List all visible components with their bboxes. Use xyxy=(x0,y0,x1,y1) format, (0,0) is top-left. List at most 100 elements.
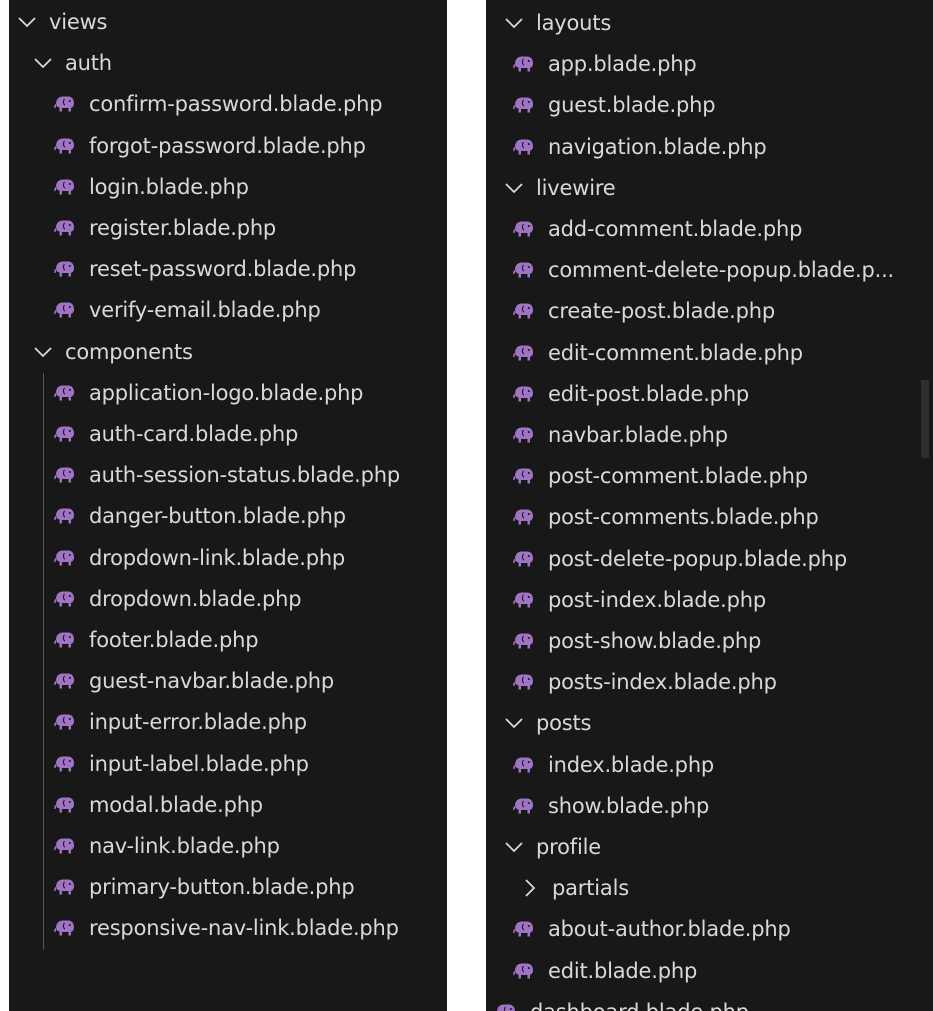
file-item[interactable]: navbar.blade.php xyxy=(486,415,933,455)
explorer-tree-left: views auth confirm-password.blade.php forgo… xyxy=(9,0,447,1011)
file-item[interactable]: post-delete-popup.blade.php xyxy=(486,539,933,579)
php-elephant-icon xyxy=(53,260,75,278)
file-item[interactable]: about-author.blade.php xyxy=(486,909,933,949)
file-item[interactable]: create-post.blade.php xyxy=(486,291,933,331)
php-elephant-icon xyxy=(512,632,534,650)
file-item[interactable]: post-show.blade.php xyxy=(486,621,933,661)
folder-profile[interactable]: profile xyxy=(486,827,933,867)
file-item[interactable]: edit-comment.blade.php xyxy=(486,333,933,373)
tree-item-label: edit.blade.php xyxy=(548,958,698,983)
tree-item-label: confirm-password.blade.php xyxy=(89,92,383,117)
php-elephant-icon xyxy=(512,96,534,114)
tree-item-label: posts xyxy=(536,711,592,736)
chevron-down-icon xyxy=(31,340,55,364)
tree-item-label: guest-navbar.blade.php xyxy=(89,669,335,694)
php-elephant-icon xyxy=(53,672,75,690)
tree-item-label: create-post.blade.php xyxy=(548,299,775,324)
file-item[interactable]: verify-email.blade.php xyxy=(9,290,447,330)
php-elephant-icon xyxy=(53,219,75,237)
php-elephant-icon xyxy=(512,261,534,279)
file-item[interactable]: edit-post.blade.php xyxy=(486,374,933,414)
file-item[interactable]: primary-button.blade.php xyxy=(9,867,447,907)
folder-posts[interactable]: posts xyxy=(486,703,933,743)
php-elephant-icon xyxy=(53,631,75,649)
tree-item-label: comment-delete-popup.blade.p... xyxy=(548,258,895,283)
php-elephant-icon xyxy=(53,837,75,855)
php-elephant-icon xyxy=(53,301,75,319)
folder-partials[interactable]: partials xyxy=(486,868,933,908)
php-elephant-icon xyxy=(512,962,534,980)
file-item[interactable]: dashboard.blade.php xyxy=(486,992,933,1011)
file-item[interactable]: guest-navbar.blade.php xyxy=(9,661,447,701)
php-elephant-icon xyxy=(512,302,534,320)
tree-item-label: post-show.blade.php xyxy=(548,629,762,653)
tree-item-label: post-index.blade.php xyxy=(548,587,766,612)
folder-views[interactable]: views xyxy=(9,2,447,42)
tree-item-label: forgot-password.blade.php xyxy=(89,133,366,158)
folder-layouts[interactable]: layouts xyxy=(486,3,933,43)
file-item[interactable]: navigation.blade.php xyxy=(486,127,933,167)
file-item[interactable]: register.blade.php xyxy=(9,208,447,248)
php-elephant-icon xyxy=(53,137,75,155)
file-item[interactable]: index.blade.php xyxy=(486,745,933,785)
file-item[interactable]: app.blade.php xyxy=(486,44,933,84)
php-elephant-icon xyxy=(512,920,534,938)
file-item[interactable]: reset-password.blade.php xyxy=(9,249,447,289)
tree-item-label: post-comments.blade.php xyxy=(548,505,819,530)
file-item[interactable]: posts-index.blade.php xyxy=(486,662,933,702)
php-elephant-icon xyxy=(512,426,534,444)
tree-item-label: nav-link.blade.php xyxy=(89,834,280,858)
file-item[interactable]: input-error.blade.php xyxy=(9,702,447,742)
php-elephant-icon xyxy=(512,385,534,403)
php-elephant-icon xyxy=(53,919,75,937)
file-item[interactable]: login.blade.php xyxy=(9,167,447,207)
file-item[interactable]: responsive-nav-link.blade.php xyxy=(9,908,447,948)
file-item[interactable]: add-comment.blade.php xyxy=(486,209,933,249)
php-elephant-icon xyxy=(53,95,75,113)
chevron-down-icon xyxy=(31,51,55,75)
file-item[interactable]: post-index.blade.php xyxy=(486,580,933,620)
file-item[interactable]: modal.blade.php xyxy=(9,785,447,825)
tree-item-label: verify-email.blade.php xyxy=(89,298,321,323)
tree-item-label: application-logo.blade.php xyxy=(89,380,364,405)
file-item[interactable]: danger-button.blade.php xyxy=(9,496,447,536)
php-elephant-icon xyxy=(53,384,75,402)
file-item[interactable]: post-comments.blade.php xyxy=(486,497,933,537)
php-elephant-icon xyxy=(53,590,75,608)
tree-item-label: dropdown.blade.php xyxy=(89,586,302,611)
file-item[interactable]: confirm-password.blade.php xyxy=(9,84,447,124)
tree-item-label: partials xyxy=(552,876,629,901)
php-elephant-icon xyxy=(53,878,75,896)
file-item[interactable]: dropdown-link.blade.php xyxy=(9,538,447,578)
file-item[interactable]: dropdown.blade.php xyxy=(9,579,447,619)
file-item[interactable]: auth-card.blade.php xyxy=(9,414,447,454)
file-item[interactable]: comment-delete-popup.blade.p... xyxy=(486,250,933,290)
folder-auth[interactable]: auth xyxy=(9,43,447,83)
folder-components[interactable]: components xyxy=(9,332,447,372)
file-item[interactable]: post-comment.blade.php xyxy=(486,456,933,496)
php-elephant-icon xyxy=(512,344,534,362)
file-item[interactable]: auth-session-status.blade.php xyxy=(9,455,447,495)
file-item[interactable]: nav-link.blade.php xyxy=(9,826,447,866)
tree-item-label: show.blade.php xyxy=(548,793,710,818)
file-item[interactable]: input-label.blade.php xyxy=(9,744,447,784)
file-item[interactable]: edit.blade.php xyxy=(486,951,933,991)
file-item[interactable]: forgot-password.blade.php xyxy=(9,126,447,166)
php-elephant-icon xyxy=(512,220,534,238)
tree-item-label: post-delete-popup.blade.php xyxy=(548,546,848,571)
php-elephant-icon xyxy=(53,178,75,196)
php-elephant-icon xyxy=(512,467,534,485)
php-elephant-icon xyxy=(53,549,75,567)
file-item[interactable]: application-logo.blade.php xyxy=(9,373,447,413)
tree-item-label: index.blade.php xyxy=(548,752,715,777)
file-item[interactable]: show.blade.php xyxy=(486,786,933,826)
folder-livewire[interactable]: livewire xyxy=(486,168,933,208)
chevron-down-icon xyxy=(502,11,526,35)
chevron-right-icon xyxy=(518,876,542,900)
tree-item-label: components xyxy=(65,339,193,364)
tree-item-label: app.blade.php xyxy=(548,52,697,77)
file-item[interactable]: guest.blade.php xyxy=(486,85,933,125)
file-item[interactable]: footer.blade.php xyxy=(9,620,447,660)
php-elephant-icon xyxy=(512,508,534,526)
tree-item-label: danger-button.blade.php xyxy=(89,504,346,529)
